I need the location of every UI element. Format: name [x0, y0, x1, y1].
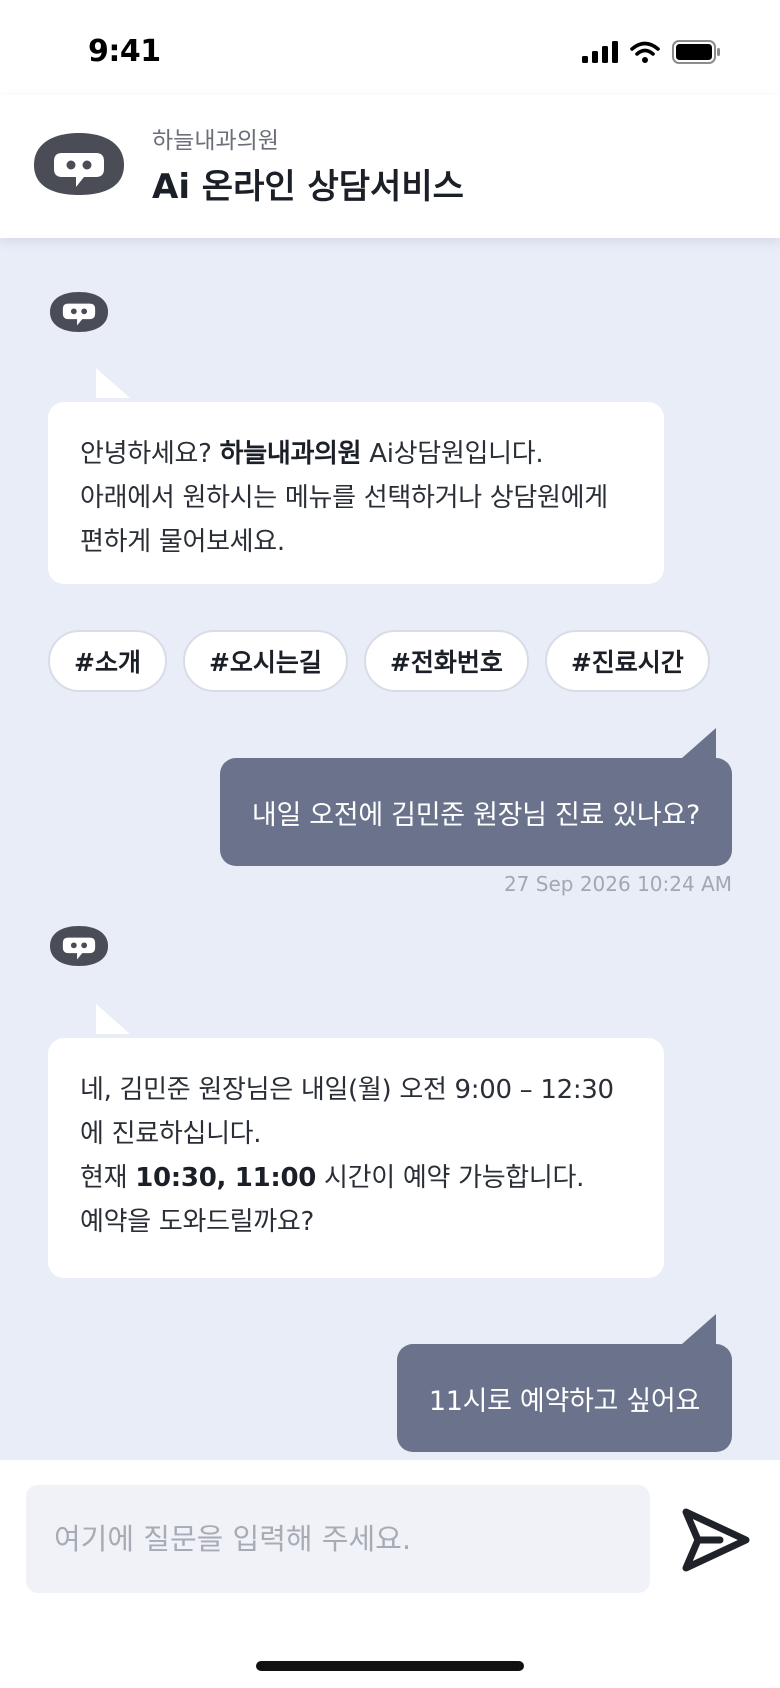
chip-phone[interactable]: #전화번호	[363, 630, 529, 692]
chip-hours[interactable]: #진료시간	[544, 630, 710, 692]
bot-greeting-bubble: 안녕하세요? 하늘내과의원 Ai상담원입니다. 아래에서 원하시는 메뉴를 선택…	[48, 402, 664, 584]
greeting-text: 안녕하세요?	[80, 439, 220, 469]
user-message-bubble: 내일 오전에 김민준 원장님 진료 있나요?	[219, 758, 732, 866]
status-bar: 9:41	[0, 0, 780, 95]
send-icon[interactable]	[680, 1506, 752, 1574]
chat-area[interactable]: 안녕하세요? 하늘내과의원 Ai상담원입니다. 아래에서 원하시는 메뉴를 선택…	[0, 238, 780, 1460]
reply-text: 예약을 도와드릴까요?	[80, 1207, 315, 1237]
reply-text: 현재	[80, 1163, 136, 1193]
cellular-signal-icon	[582, 41, 618, 63]
battery-icon	[672, 40, 720, 64]
quick-reply-chips: #소개 #오시는길 #전화번호 #진료시간	[48, 630, 710, 692]
reply-text: 시간이 예약 가능합니다.	[316, 1163, 585, 1193]
available-times: 10:30, 11:00	[135, 1163, 317, 1193]
bot-avatar-icon	[49, 292, 109, 332]
bubble-tail	[682, 1314, 716, 1344]
clinic-name: 하늘내과의원	[152, 128, 279, 154]
bot-avatar-icon	[49, 926, 109, 966]
greeting-text: 아래에서 원하시는 메뉴를 선택하거나 상담원에게 편하게 물어보세요.	[80, 483, 608, 557]
user-message-bubble: 11시로 예약하고 싶어요	[396, 1344, 732, 1452]
bubble-tail	[682, 728, 716, 758]
bubble-tail	[96, 368, 130, 398]
wifi-icon	[630, 41, 660, 63]
message-timestamp: 27 Sep 2026 10:24 AM	[503, 872, 732, 896]
status-time: 9:41	[88, 34, 161, 69]
chip-intro[interactable]: #소개	[48, 630, 167, 692]
user-message-text: 내일 오전에 김민준 원장님 진료 있나요?	[251, 799, 700, 831]
chip-directions[interactable]: #오시는길	[182, 630, 348, 692]
greeting-clinic-name: 하늘내과의원	[219, 439, 362, 469]
status-icons	[582, 40, 720, 64]
reply-text: 네, 김민준 원장님은 내일(월) 오전 9:00 – 12:30에 진료하십니…	[80, 1075, 614, 1149]
app-header: 하늘내과의원 Ai 온라인 상담서비스	[0, 95, 780, 238]
home-indicator[interactable]	[256, 1661, 524, 1671]
user-message-text: 11시로 예약하고 싶어요	[428, 1385, 700, 1417]
page-title: Ai 온라인 상담서비스	[152, 167, 464, 207]
message-composer	[0, 1460, 780, 1688]
greeting-text: Ai상담원입니다.	[361, 439, 544, 469]
message-input[interactable]	[26, 1485, 650, 1593]
bubble-tail	[96, 1004, 130, 1034]
bot-reply-bubble: 네, 김민준 원장님은 내일(월) 오전 9:00 – 12:30에 진료하십니…	[48, 1038, 664, 1278]
robot-chat-icon	[34, 133, 124, 195]
